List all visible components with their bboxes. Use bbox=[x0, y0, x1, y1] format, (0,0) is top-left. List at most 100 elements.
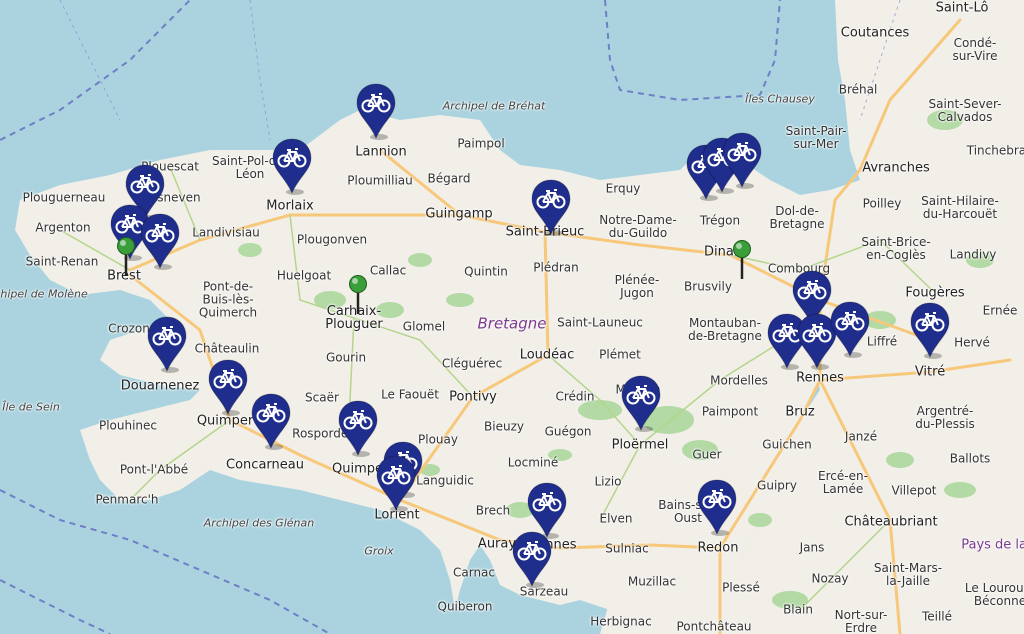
place-label: Montauban- de-Bretagne bbox=[688, 316, 762, 343]
place-label: Île de Sein bbox=[2, 400, 60, 414]
place-label: Guer bbox=[692, 447, 722, 462]
place-label: Saint-Hilaire- du-Harcouët bbox=[921, 194, 999, 221]
place-label: Tinchebray bbox=[966, 143, 1024, 158]
bike-station-marker[interactable] bbox=[829, 300, 871, 358]
place-label: Lannion bbox=[355, 144, 407, 160]
place-label: Nozay bbox=[811, 571, 849, 586]
place-label: Ploumilliau bbox=[347, 173, 413, 188]
place-label: Plessé bbox=[722, 580, 760, 595]
place-label: Pont-de- Buis-lès- Quimerch bbox=[198, 279, 258, 320]
place-label: Guingamp bbox=[425, 206, 493, 222]
place-label: Crédin bbox=[555, 389, 595, 404]
place-label: Archipel de Bréhat bbox=[442, 99, 546, 113]
place-label: Sulniac bbox=[605, 541, 649, 556]
place-label: Blain bbox=[783, 602, 813, 617]
place-label: Vitré bbox=[914, 364, 946, 380]
place-label: Archipel de Molène bbox=[0, 287, 88, 301]
bike-station-marker[interactable] bbox=[530, 178, 572, 236]
place-label: Fougères bbox=[905, 285, 965, 301]
bike-station-marker[interactable] bbox=[375, 454, 417, 512]
place-label: Villepot bbox=[891, 483, 937, 498]
place-label: Hervé bbox=[954, 335, 990, 350]
place-label: Crozon bbox=[108, 321, 150, 336]
place-label: Pays de la Loire bbox=[961, 537, 1024, 553]
place-label: Ercé-en- Lamée bbox=[818, 469, 868, 496]
region-label: Bretagne bbox=[477, 314, 547, 333]
location-pin[interactable] bbox=[347, 274, 369, 316]
place-label: Avranches bbox=[862, 160, 930, 176]
place-label: Bieuzy bbox=[484, 419, 524, 434]
bike-station-marker[interactable] bbox=[271, 137, 313, 195]
place-label: Argenton bbox=[35, 220, 91, 235]
place-label: Penmarc'h bbox=[95, 492, 159, 507]
location-pin[interactable] bbox=[115, 236, 137, 278]
bike-station-marker[interactable] bbox=[909, 301, 951, 359]
place-label: Quintin bbox=[464, 264, 508, 279]
place-label: Elven bbox=[599, 511, 633, 526]
bike-station-marker[interactable] bbox=[337, 399, 379, 457]
place-label: Scaër bbox=[305, 390, 339, 405]
place-label: Pont-l'Abbé bbox=[119, 462, 189, 477]
place-label: Plouay bbox=[418, 432, 458, 447]
bike-station-marker[interactable] bbox=[250, 392, 292, 450]
place-label: Notre-Dame- du-Guildo bbox=[599, 213, 677, 240]
place-label: Groix bbox=[364, 544, 394, 558]
bike-station-marker[interactable] bbox=[139, 212, 181, 270]
place-label: Châteaubriant bbox=[844, 514, 938, 530]
place-label: Herbignac bbox=[590, 614, 652, 629]
place-label: Concarneau bbox=[226, 457, 304, 473]
bike-station-marker[interactable] bbox=[696, 478, 738, 536]
location-pin[interactable] bbox=[731, 239, 753, 281]
bike-station-marker[interactable] bbox=[207, 358, 249, 416]
place-label: Morlaix bbox=[266, 198, 314, 214]
place-label: Ballots bbox=[949, 451, 991, 466]
place-label: Gourin bbox=[325, 350, 367, 365]
place-label: Plougonven bbox=[296, 232, 368, 247]
place-label: Paimpont bbox=[701, 404, 759, 419]
place-label: Archipel des Glénan bbox=[203, 516, 315, 530]
place-label: Guichen bbox=[762, 437, 812, 452]
place-label: Landivy bbox=[949, 247, 997, 262]
place-label: Pontchâteau bbox=[676, 619, 752, 634]
place-label: Le Louroux- Béconne bbox=[964, 581, 1024, 608]
place-label: Guégon bbox=[544, 424, 592, 439]
place-label: Coutances bbox=[840, 25, 910, 41]
place-label: Teillé bbox=[921, 609, 953, 624]
place-label: Languidic bbox=[416, 473, 474, 488]
place-label: Ploërmel bbox=[611, 437, 669, 453]
place-label: Erquy bbox=[605, 181, 641, 196]
place-label: Mordelles bbox=[710, 373, 768, 388]
place-label: Ernée bbox=[982, 303, 1018, 318]
place-label: Argentré- du-Plessis bbox=[915, 404, 975, 431]
place-label: Brech bbox=[475, 503, 511, 518]
place-label: Locminé bbox=[507, 455, 559, 470]
place-label: Callac bbox=[369, 263, 407, 278]
place-label: Huelgoat bbox=[276, 268, 332, 283]
place-label: Landivisiau bbox=[192, 225, 260, 240]
place-label: Saint-Sever- Calvados bbox=[928, 97, 1002, 124]
bike-station-marker[interactable] bbox=[146, 315, 188, 373]
place-label: Îles Chausey bbox=[745, 92, 815, 106]
place-label: Liffré bbox=[866, 334, 898, 349]
map-canvas[interactable]: Saint-Lô Coutances Condé- sur-Vire Archipel… bbox=[0, 0, 1024, 634]
place-label: Pontivy bbox=[449, 389, 497, 405]
place-label: Quimper bbox=[196, 413, 254, 429]
place-label: Plénée- Jugon bbox=[614, 273, 660, 300]
place-label: Jans bbox=[799, 540, 825, 555]
bike-station-marker[interactable] bbox=[620, 374, 662, 432]
place-label: Châteaulin bbox=[194, 341, 260, 356]
bike-station-marker[interactable] bbox=[721, 131, 763, 189]
bike-station-marker[interactable] bbox=[355, 82, 397, 140]
place-label: Le Faouët bbox=[381, 387, 439, 402]
place-label: Rennes bbox=[796, 370, 844, 386]
place-label: Brusvily bbox=[684, 279, 732, 294]
place-label: Bruz bbox=[785, 404, 815, 420]
place-label: Plémet bbox=[599, 347, 641, 362]
bike-station-marker[interactable] bbox=[511, 530, 553, 588]
place-label: Cléguérec bbox=[441, 356, 503, 371]
place-label: Plouguerneau bbox=[22, 190, 106, 205]
place-label: Paimpol bbox=[457, 136, 505, 151]
place-label: Muzillac bbox=[627, 574, 677, 589]
place-label: Saint-Lô bbox=[935, 0, 989, 16]
place-label: Redon bbox=[697, 540, 739, 556]
